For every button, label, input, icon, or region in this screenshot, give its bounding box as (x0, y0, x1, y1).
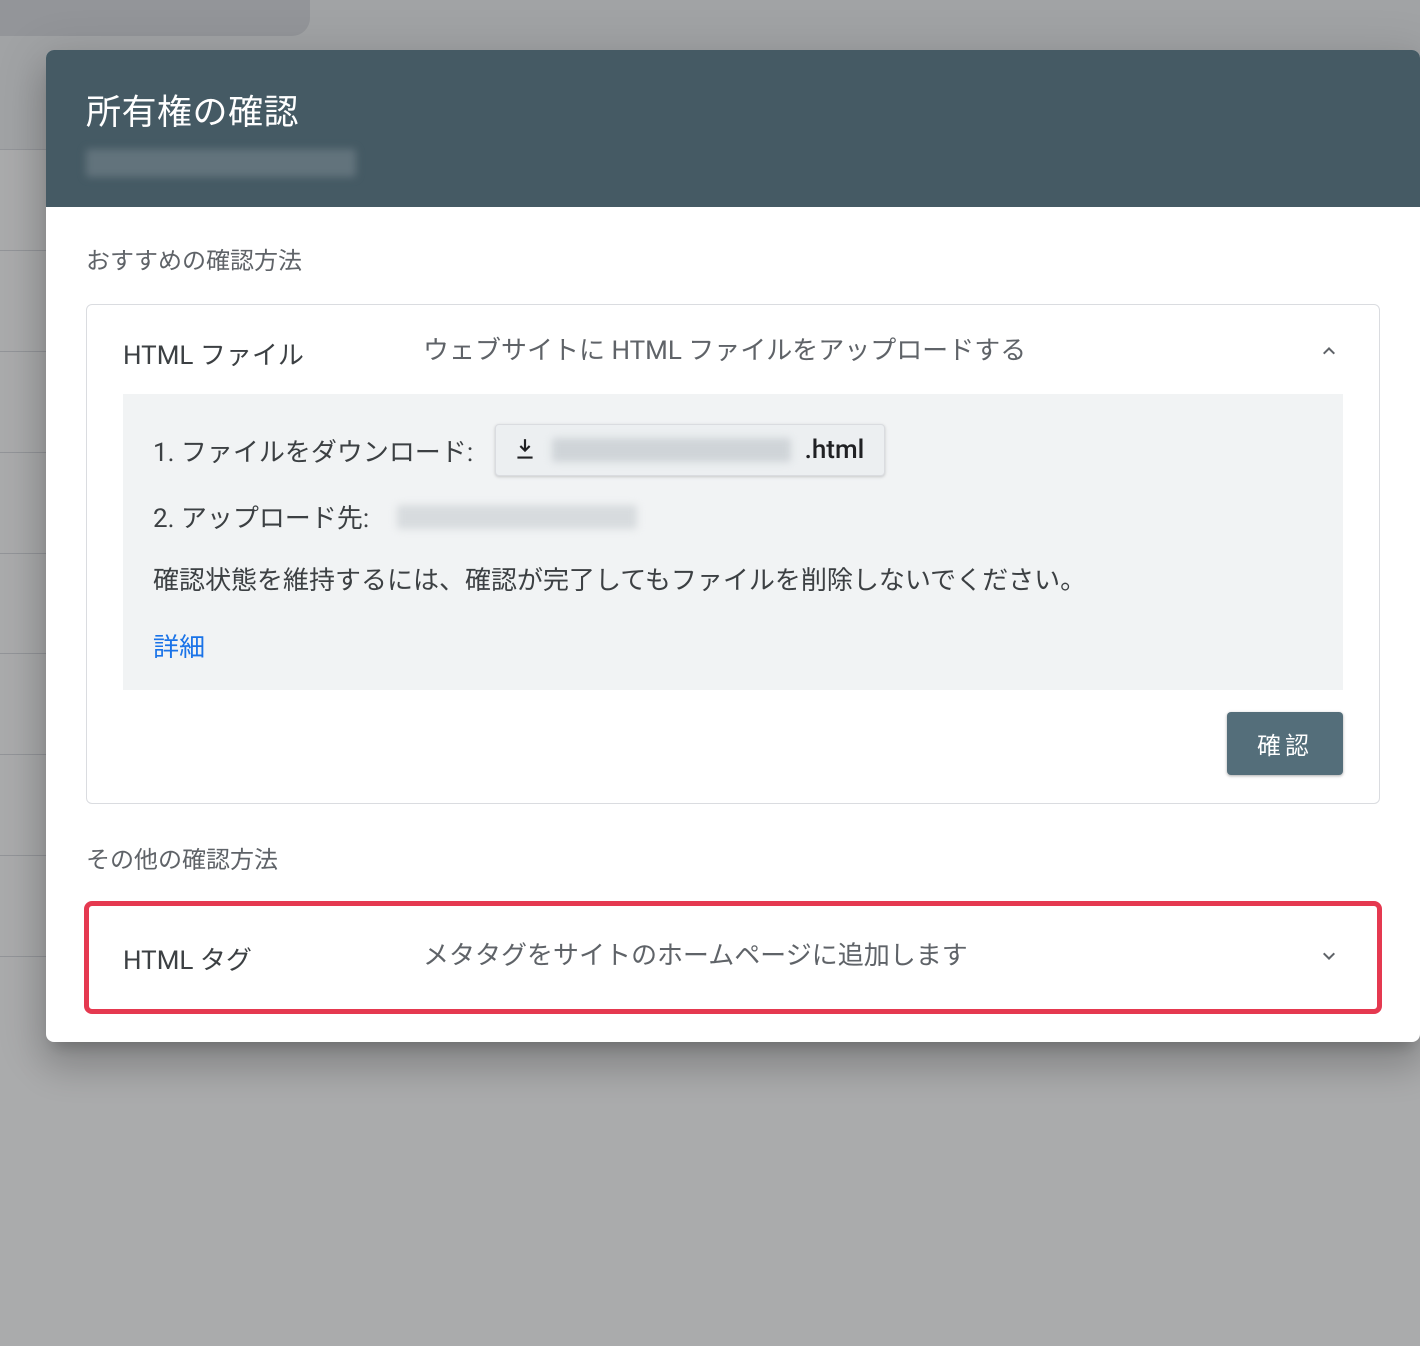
step-download: 1. ファイルをダウンロード: .html (153, 424, 1313, 476)
download-icon (512, 437, 538, 463)
method-card-header[interactable]: HTML ファイル ウェブサイトに HTML ファイルをアップロードする (87, 305, 1379, 394)
step1-label: 1. ファイルをダウンロード: (153, 432, 473, 469)
chevron-up-icon (1315, 333, 1343, 363)
download-filename-redacted (552, 438, 790, 462)
dialog-title: 所有権の確認 (86, 84, 1380, 135)
download-file-ext: .html (805, 435, 865, 465)
dialog-header: 所有権の確認 (46, 50, 1420, 207)
retention-note: 確認状態を維持するには、確認が完了してもファイルを削除しないでください。 (153, 561, 1313, 601)
chevron-down-icon (1315, 938, 1343, 968)
dialog-body: おすすめの確認方法 HTML ファイル ウェブサイトに HTML ファイルをアッ… (46, 207, 1420, 1042)
method-name: HTML タグ (123, 938, 403, 977)
other-section-label: その他の確認方法 (86, 840, 1380, 875)
method-card-header[interactable]: HTML タグ メタタグをサイトのホームページに追加します (87, 904, 1379, 1011)
method-card-actions: 確認 (87, 690, 1379, 803)
ownership-verification-dialog: 所有権の確認 おすすめの確認方法 HTML ファイル ウェブサイトに HTML … (46, 50, 1420, 1042)
details-link[interactable]: 詳細 (153, 627, 205, 664)
verify-button[interactable]: 確認 (1227, 712, 1343, 775)
method-name: HTML ファイル (123, 333, 403, 372)
method-card-html-tag: HTML タグ メタタグをサイトのホームページに追加します (86, 903, 1380, 1012)
download-file-button[interactable]: .html (495, 424, 885, 476)
recommended-section-label: おすすめの確認方法 (86, 241, 1380, 276)
upload-destination-redacted (397, 505, 637, 529)
method-description: メタタグをサイトのホームページに追加します (423, 938, 1295, 976)
dialog-property-redacted (86, 149, 356, 177)
method-card-content: 1. ファイルをダウンロード: .html 2. アップロード先: 確認状態を維… (123, 394, 1343, 690)
method-description: ウェブサイトに HTML ファイルをアップロードする (423, 333, 1295, 371)
step-upload: 2. アップロード先: (153, 498, 1313, 535)
step2-label: 2. アップロード先: (153, 498, 369, 535)
method-card-html-file: HTML ファイル ウェブサイトに HTML ファイルをアップロードする 1. … (86, 304, 1380, 804)
